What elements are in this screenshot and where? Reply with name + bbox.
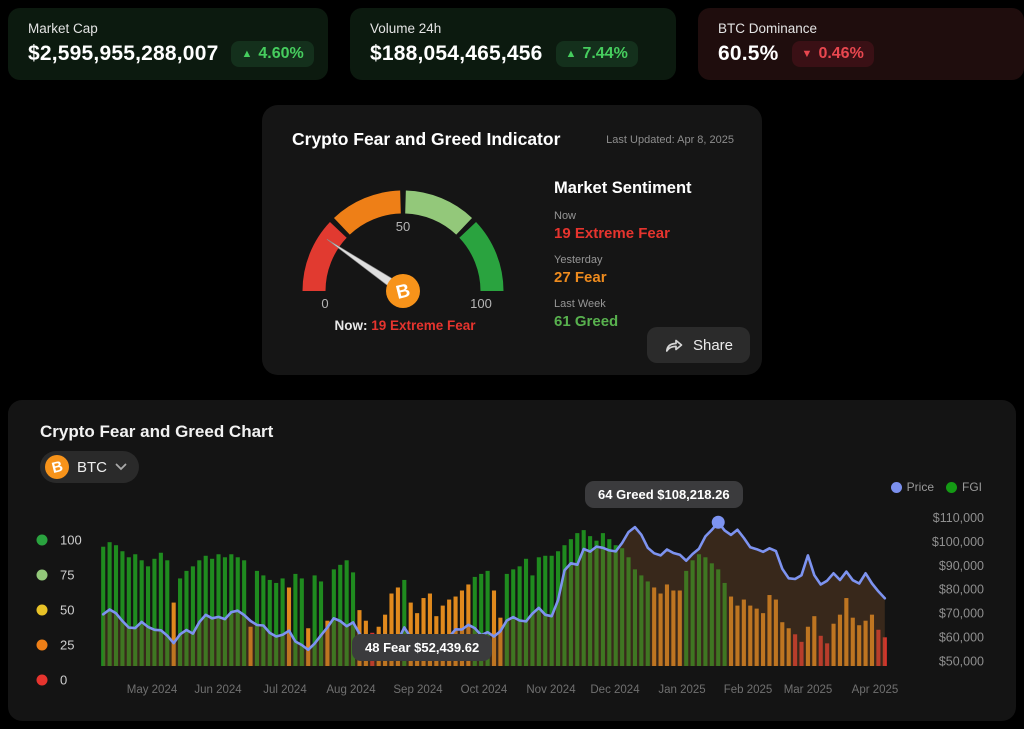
gauge-now-text: Now: 19 Extreme Fear (290, 318, 520, 333)
indicator-title: Crypto Fear and Greed Indicator (292, 129, 561, 149)
gauge-segment (302, 221, 347, 292)
gauge-segment (333, 190, 402, 235)
x-axis-label: Aug 2024 (326, 684, 376, 696)
x-axis-label: Feb 2025 (724, 684, 773, 696)
price-axis-label: $50,000 (939, 654, 984, 668)
fear-greed-chart-panel: Crypto Fear and Greed Chart B BTC Price … (8, 400, 1016, 721)
volume-value: $188,054,465,456 (370, 42, 543, 65)
volume-change-badge: ▲ 7.44% (555, 41, 638, 67)
share-icon (665, 339, 683, 352)
price-axis-label: $90,000 (939, 559, 984, 573)
gauge-svg: 050100B (302, 190, 504, 311)
triangle-up-icon: ▲ (241, 48, 253, 60)
fear-greed-gauge: 0 50 100 B Now: 19 Extreme Fear (290, 167, 520, 333)
gauge-tick-label: 0 (321, 296, 328, 311)
sentiment-period: Yesterday (554, 254, 603, 266)
market-cap-change: 4.60% (258, 45, 304, 62)
sentiment-period: Now (554, 210, 577, 222)
volume-label: Volume 24h (370, 21, 442, 36)
trough-tooltip: 48 Fear $52,439.62 (352, 634, 493, 661)
gauge-segment (404, 190, 473, 235)
sentiment-value-yesterday: 27 Fear (554, 269, 607, 286)
fear-greed-indicator-card: Crypto Fear and Greed Indicator Last Upd… (262, 105, 762, 375)
triangle-down-icon: ▼ (801, 48, 813, 60)
market-sentiment-section: Market Sentiment Now 19 Extreme Fear Yes… (554, 179, 692, 330)
fear-greed-chart-plot[interactable]: 100 75 50 25 0 $110,000 $100,000 $90,000 $80,000… (8, 400, 1016, 721)
gauge-tick-label: 100 (470, 296, 492, 311)
share-label: Share (692, 336, 733, 354)
fgi-axis-label: 100 (60, 533, 82, 548)
stats-row: Market Cap $2,595,955,288,007 ▲ 4.60% Vol… (0, 0, 1024, 80)
share-button[interactable]: Share (646, 327, 750, 363)
price-axis-label: $80,000 (939, 583, 984, 597)
x-axis-label: Dec 2024 (590, 684, 640, 696)
fgi-axis-label: 0 (60, 673, 67, 688)
x-axis-label: Mar 2025 (784, 684, 833, 696)
fgi-axis-dot (36, 569, 48, 581)
fgi-axis-label: 25 (60, 638, 74, 653)
btc-dominance-card: BTC Dominance 60.5% ▼ 0.46% (698, 8, 1024, 80)
x-axis-label: Jul 2024 (263, 684, 307, 696)
x-axis-label: May 2024 (127, 684, 178, 696)
x-axis-label: Apr 2025 (852, 684, 899, 696)
fgi-axis-dot (36, 604, 48, 616)
fgi-axis-label: 50 (60, 603, 74, 618)
gauge-segment (459, 221, 504, 292)
volume-card: Volume 24h $188,054,465,456 ▲ 7.44% (350, 8, 676, 80)
btc-dominance-change: 0.46% (818, 45, 864, 62)
price-axis-label: $60,000 (939, 631, 984, 645)
price-highlight-marker (711, 515, 725, 529)
fgi-axis-label: 75 (60, 568, 74, 583)
x-axis-label: Jun 2024 (194, 684, 242, 696)
fgi-axis-dot (36, 639, 48, 651)
btc-dominance-label: BTC Dominance (718, 21, 818, 36)
market-sentiment-title: Market Sentiment (554, 179, 692, 197)
market-cap-label: Market Cap (28, 21, 98, 36)
x-axis-label: Jan 2025 (658, 684, 705, 696)
fgi-axis-dot (36, 674, 48, 686)
gauge-now-prefix: Now: (334, 318, 368, 333)
price-axis-label: $70,000 (939, 607, 984, 621)
price-axis-label: $100,000 (932, 535, 984, 549)
x-axis-label: Nov 2024 (526, 684, 576, 696)
gauge-tick-label: 50 (396, 219, 410, 234)
x-axis-label: Oct 2024 (461, 684, 508, 696)
fgi-axis-dot (36, 534, 48, 546)
btc-dominance-value: 60.5% (718, 42, 779, 65)
x-axis-label: Sep 2024 (393, 684, 443, 696)
market-cap-change-badge: ▲ 4.60% (231, 41, 314, 67)
price-axis-label: $110,000 (933, 511, 984, 525)
market-cap-card: Market Cap $2,595,955,288,007 ▲ 4.60% (8, 8, 328, 80)
peak-tooltip: 64 Greed $108,218.26 (585, 481, 743, 508)
sentiment-value-now: 19 Extreme Fear (554, 225, 670, 242)
market-cap-value: $2,595,955,288,007 (28, 42, 219, 65)
volume-change: 7.44% (582, 45, 628, 62)
btc-dominance-change-badge: ▼ 0.46% (791, 41, 874, 67)
gauge-now-value: 19 Extreme Fear (371, 318, 476, 333)
sentiment-period: Last Week (554, 298, 606, 310)
triangle-up-icon: ▲ (565, 48, 577, 60)
last-updated-text: Last Updated: Apr 8, 2025 (606, 134, 734, 146)
